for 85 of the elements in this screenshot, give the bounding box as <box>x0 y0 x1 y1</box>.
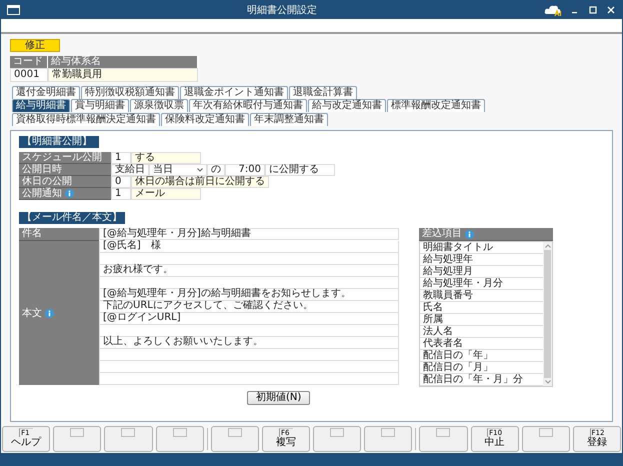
key-slot <box>228 428 242 437</box>
key-slot <box>538 428 553 437</box>
list-item[interactable]: 代表者名 <box>420 338 543 350</box>
value-field: 休日の場合は前日に公開する <box>131 176 269 188</box>
tab[interactable]: 標準報酬改定通知書 <box>387 99 485 112</box>
function-key[interactable] <box>156 426 204 452</box>
key-label: ヘルプ <box>11 437 42 449</box>
tab[interactable]: 源泉徴収票 <box>130 99 188 112</box>
list-item[interactable]: 給与処理年 <box>420 254 543 266</box>
function-key[interactable] <box>53 426 102 452</box>
day-select[interactable]: 当日 <box>149 164 207 176</box>
function-key[interactable] <box>313 426 362 452</box>
column-header: 給与体系名 <box>48 56 198 68</box>
list-item[interactable]: 明細書タイトル <box>420 242 543 254</box>
table-cell: 常勤職員用 <box>48 68 198 82</box>
tab[interactable]: 資格取得時標準報酬決定通知書 <box>12 113 160 126</box>
list-item[interactable]: 配信日の「月」 <box>420 362 543 374</box>
key-slot <box>330 428 344 437</box>
function-key[interactable] <box>419 426 468 452</box>
section-heading: 【明細書公開】 <box>19 136 99 148</box>
tab[interactable]: 賞与明細書 <box>71 99 129 112</box>
key-slot <box>381 428 396 437</box>
label-text: 公開日時 <box>22 164 62 176</box>
info-icon <box>465 230 474 238</box>
base-date-field: 支給日 <box>111 164 149 176</box>
label-text: スケジュール公開 <box>22 152 102 164</box>
tab[interactable]: 還付金明細書 <box>12 86 80 99</box>
code-field[interactable]: 1 <box>111 152 131 164</box>
function-key[interactable] <box>104 426 153 452</box>
field-label: 件名 <box>19 228 99 241</box>
reset-button[interactable]: 初期値(N) <box>247 391 310 405</box>
mode-badge: 修正 <box>10 39 60 52</box>
function-key[interactable] <box>210 426 259 452</box>
tab[interactable]: 特別徴収税額通知書 <box>81 86 179 99</box>
label-text: 本文 <box>22 306 42 320</box>
code-field[interactable]: 1 <box>111 188 131 200</box>
tab[interactable]: 年末調整通知書 <box>250 113 328 126</box>
list-item[interactable]: 教職員番号 <box>420 290 543 302</box>
tab[interactable]: 年次有給休暇付与通知書 <box>189 99 307 112</box>
code-field[interactable]: 0 <box>111 176 131 188</box>
table-cell: 0001 <box>10 68 48 82</box>
key-label: 複写 <box>276 437 296 449</box>
list-item[interactable]: 給与処理年・月分 <box>420 278 543 290</box>
key-slot <box>121 428 136 437</box>
key-label: 中止 <box>484 437 505 449</box>
cloud-logo-icon <box>544 3 562 17</box>
tab[interactable]: 退職金計算書 <box>289 86 357 99</box>
maximize-icon[interactable] <box>588 5 598 15</box>
scroll-up-icon[interactable] <box>544 244 550 248</box>
label-text: 公開通知 <box>22 188 62 200</box>
list-item[interactable]: 給与処理月 <box>420 266 543 278</box>
info-icon <box>65 189 74 198</box>
tab[interactable]: 給与改定通知書 <box>308 99 386 112</box>
key-slot <box>70 428 84 437</box>
scroll-down-icon[interactable] <box>544 380 550 384</box>
key-slot <box>172 428 187 437</box>
time-field[interactable]: 7:00 <box>225 164 265 176</box>
function-key[interactable] <box>364 426 412 452</box>
close-icon[interactable] <box>606 5 616 15</box>
list-item[interactable]: 法人名 <box>420 326 543 338</box>
section-heading: 【メール件名／本文】 <box>19 212 125 224</box>
label-text: 休日の公開 <box>22 176 72 188</box>
window-icon <box>7 5 20 15</box>
list-item[interactable]: 配信日の「年・月」分 <box>420 374 543 386</box>
label-text: 差込項目 <box>422 228 462 240</box>
window-title: 明細書公開設定 <box>246 4 318 17</box>
scroll-thumb[interactable] <box>544 250 551 378</box>
tab[interactable]: 給与明細書 <box>12 99 70 112</box>
scrollbar[interactable] <box>543 242 552 386</box>
tab[interactable]: 保険料改定通知書 <box>161 113 249 126</box>
list-item[interactable]: 氏名 <box>420 302 543 314</box>
list-item[interactable]: 配信日の「年」 <box>420 350 543 362</box>
key-label: 登録 <box>586 437 607 449</box>
column-header: コード <box>10 56 48 68</box>
suffix-text: に公開する <box>265 164 335 176</box>
key-slot <box>436 428 450 437</box>
value-field: メール <box>131 188 201 200</box>
caret-icon <box>197 168 203 172</box>
list-item[interactable]: 所属 <box>420 314 543 326</box>
function-key[interactable] <box>522 426 570 452</box>
joiner-text: の <box>207 164 225 176</box>
info-icon <box>45 308 54 318</box>
subject-field[interactable]: [@給与処理年・月分]給与明細書 <box>99 228 399 240</box>
tab[interactable]: 退職金ポイント通知書 <box>180 86 288 99</box>
value-field: する <box>131 152 201 164</box>
